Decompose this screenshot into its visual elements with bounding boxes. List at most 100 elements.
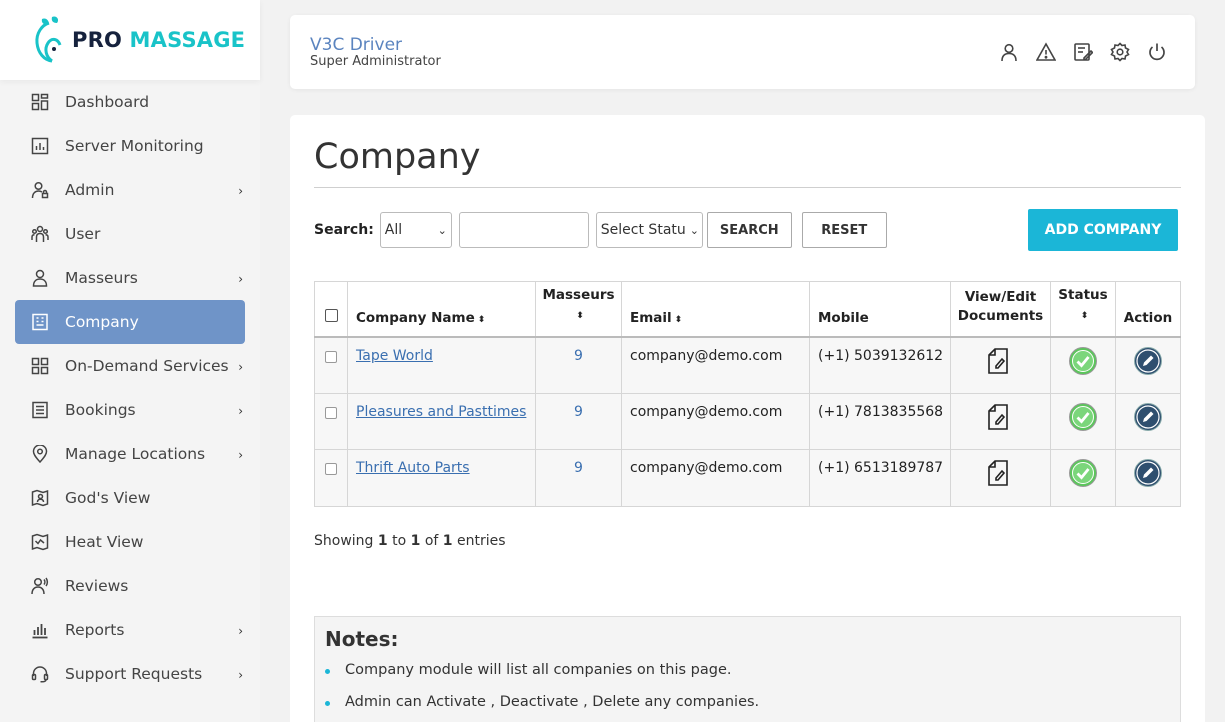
person-icon xyxy=(31,269,49,287)
sort-icon[interactable]: ⬍ xyxy=(478,315,486,325)
sort-icon[interactable]: ⬍ xyxy=(1081,311,1089,321)
edit-document-icon[interactable] xyxy=(986,346,1016,376)
profile-icon[interactable] xyxy=(999,42,1019,62)
column-header-documents: View/Edit Documents xyxy=(950,281,1051,338)
chevron-right-icon: › xyxy=(238,360,243,374)
search-bar: Search: All ⌄ Select Statu ⌄ SEARCH RESE… xyxy=(314,212,887,248)
top-header: V3C Driver Super Administrator xyxy=(290,15,1195,89)
warning-icon[interactable] xyxy=(1036,42,1056,62)
company-table: Company Name ⬍ Masseurs ⬍ Email ⬍ Mobile Vi… xyxy=(314,281,1181,507)
header-actions xyxy=(999,42,1167,62)
company-name-cell: Tape World xyxy=(347,336,536,394)
notes-list: Company module will list all companies o… xyxy=(325,662,759,722)
edit-pencil-icon[interactable] xyxy=(1133,402,1163,432)
table-row: Tape World 9 company@demo.com (+1) 50391326… xyxy=(314,336,1181,394)
brand-name: PRO MASSAGE xyxy=(72,28,246,52)
add-company-button[interactable]: ADD COMPANY xyxy=(1028,209,1178,251)
chevron-right-icon: › xyxy=(238,448,243,462)
column-header-company-name[interactable]: Company Name ⬍ xyxy=(347,281,536,338)
email-value: company@demo.com xyxy=(630,347,783,364)
column-header-email[interactable]: Email ⬍ xyxy=(621,281,810,338)
sidebar-item-on-demand-services[interactable]: On-Demand Services › xyxy=(15,344,245,388)
note-item: Admin can Activate , Deactivate , Delete… xyxy=(325,694,759,710)
row-checkbox[interactable] xyxy=(325,350,337,363)
column-header-status[interactable]: Status ⬍ xyxy=(1050,281,1116,338)
edit-pencil-icon[interactable] xyxy=(1133,346,1163,376)
page-title: Company xyxy=(314,137,481,177)
sidebar-item-heat-view[interactable]: Heat View xyxy=(15,520,245,564)
sidebar-item-label: God's View xyxy=(65,489,151,507)
sidebar-item-admin[interactable]: Admin › xyxy=(15,168,245,212)
masseurs-count-link[interactable]: 9 xyxy=(574,348,583,364)
mobile-value: (+1) 5039132612 xyxy=(818,347,944,364)
sidebar-item-label: On-Demand Services xyxy=(65,357,229,375)
sort-icon[interactable]: ⬍ xyxy=(576,311,584,321)
status-cell xyxy=(1050,449,1116,507)
users-icon xyxy=(31,225,49,243)
sidebar-item-reports[interactable]: Reports › xyxy=(15,608,245,652)
sort-icon[interactable]: ⬍ xyxy=(675,315,683,325)
search-button[interactable]: SEARCH xyxy=(706,212,792,248)
email-cell: company@demo.com xyxy=(621,336,810,394)
select-all-checkbox[interactable] xyxy=(324,308,338,322)
row-select-cell xyxy=(314,392,348,450)
status-active-icon[interactable] xyxy=(1068,402,1098,432)
map-view-icon xyxy=(31,489,49,507)
edit-document-icon[interactable] xyxy=(986,402,1016,432)
chevron-down-icon: ⌄ xyxy=(437,223,447,237)
edit-note-icon[interactable] xyxy=(1073,42,1093,62)
masseurs-cell: 9 xyxy=(535,336,622,394)
dashboard-icon xyxy=(31,93,49,111)
sidebar-item-manage-locations[interactable]: Manage Locations › xyxy=(15,432,245,476)
power-icon[interactable] xyxy=(1147,42,1167,62)
search-input[interactable] xyxy=(458,212,589,248)
masseurs-count-link[interactable]: 9 xyxy=(574,460,583,476)
row-checkbox[interactable] xyxy=(325,463,337,475)
chevron-right-icon: › xyxy=(238,668,243,682)
search-field-select[interactable]: All ⌄ xyxy=(379,212,452,248)
action-cell xyxy=(1115,392,1181,450)
sidebar-nav: Dashboard Server Monitoring Admin › User Mass… xyxy=(0,80,260,696)
table-header-row: Company Name ⬍ Masseurs ⬍ Email ⬍ Mobile Vi… xyxy=(314,281,1181,338)
sidebar-item-label: Support Requests xyxy=(65,665,203,683)
reset-button[interactable]: RESET xyxy=(801,212,887,248)
sidebar-item-reviews[interactable]: Reviews xyxy=(15,564,245,608)
status-select[interactable]: Select Statu ⌄ xyxy=(595,212,703,248)
sidebar-item-label: Manage Locations xyxy=(65,445,206,463)
column-header-mobile: Mobile xyxy=(809,281,951,338)
sidebar-item-company[interactable]: Company xyxy=(15,300,245,344)
company-name-cell: Thrift Auto Parts xyxy=(347,449,536,507)
column-label: Mobile xyxy=(818,309,869,326)
company-name-link[interactable]: Pleasures and Pasttimes xyxy=(356,404,526,420)
sidebar-item-label: Dashboard xyxy=(65,93,150,111)
edit-pencil-icon[interactable] xyxy=(1133,458,1163,488)
status-active-icon[interactable] xyxy=(1068,458,1098,488)
masseurs-count-link[interactable]: 9 xyxy=(574,404,583,420)
column-label: Status xyxy=(1058,286,1108,303)
column-label: View/Edit xyxy=(964,288,1037,305)
row-checkbox[interactable] xyxy=(325,406,337,419)
bar-chart-icon xyxy=(31,621,49,639)
sidebar-item-label: Masseurs xyxy=(65,269,138,287)
settings-icon[interactable] xyxy=(1110,42,1130,62)
column-header-masseurs[interactable]: Masseurs ⬍ xyxy=(535,281,622,338)
status-active-icon[interactable] xyxy=(1068,346,1098,376)
user-name[interactable]: V3C Driver xyxy=(310,35,402,55)
brand-logo[interactable]: PRO MASSAGE xyxy=(0,0,260,80)
sidebar-item-masseurs[interactable]: Masseurs › xyxy=(15,256,245,300)
sidebar-item-user[interactable]: User xyxy=(15,212,245,256)
company-name-link[interactable]: Thrift Auto Parts xyxy=(356,460,470,476)
email-value: company@demo.com xyxy=(630,403,783,420)
sidebar-item-god-s-view[interactable]: God's View xyxy=(15,476,245,520)
sidebar-item-server-monitoring[interactable]: Server Monitoring xyxy=(15,124,245,168)
edit-document-icon[interactable] xyxy=(986,458,1016,488)
pagination-info: Showing 1 to 1 of 1 entries xyxy=(314,533,506,549)
mobile-cell: (+1) 7813835568 xyxy=(809,392,951,450)
admin-user-icon xyxy=(31,181,49,199)
column-label: Documents xyxy=(957,307,1044,324)
sidebar-item-dashboard[interactable]: Dashboard xyxy=(15,80,245,124)
company-name-link[interactable]: Tape World xyxy=(356,348,433,364)
sidebar-item-bookings[interactable]: Bookings › xyxy=(15,388,245,432)
sidebar-item-support-requests[interactable]: Support Requests › xyxy=(15,652,245,696)
sidebar-item-label: Reviews xyxy=(65,577,129,595)
